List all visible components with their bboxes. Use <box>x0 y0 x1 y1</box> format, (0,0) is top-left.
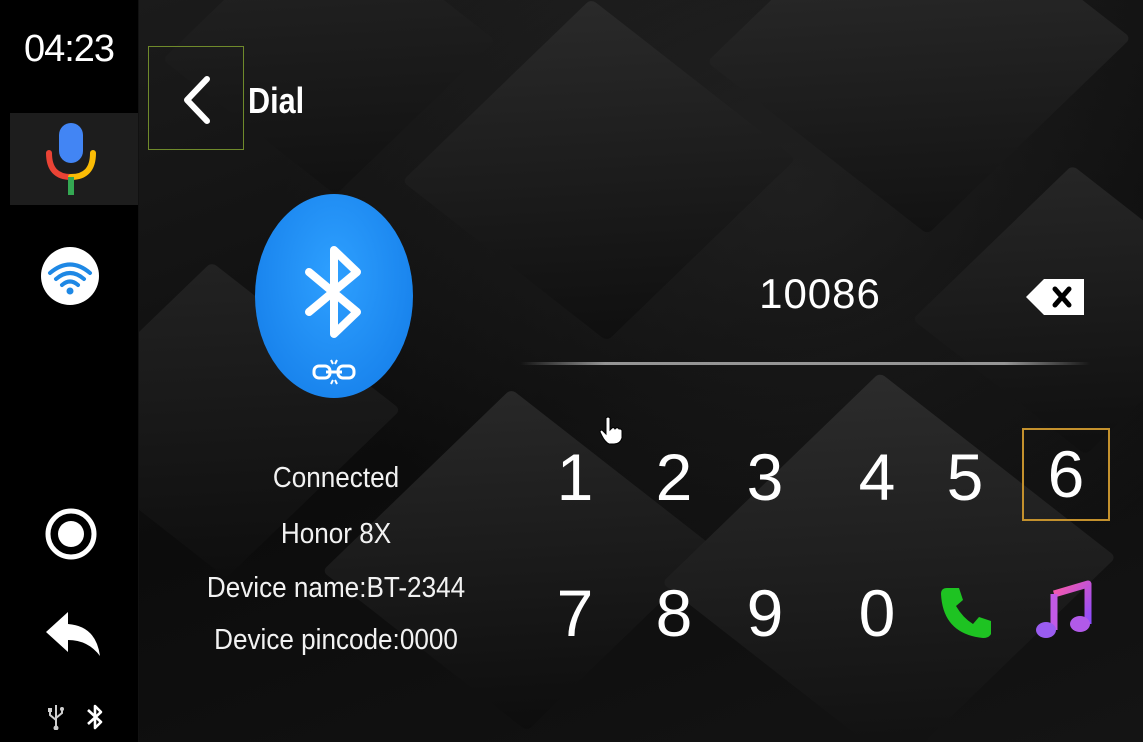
wifi-icon[interactable] <box>40 246 100 306</box>
dialed-number: 10086 <box>759 270 881 317</box>
music-button[interactable] <box>1022 570 1102 656</box>
bluetooth-status-icon <box>87 704 103 730</box>
voice-assistant-slot[interactable] <box>10 113 138 205</box>
connection-status-row <box>44 702 114 732</box>
home-circle-icon[interactable] <box>45 508 97 560</box>
device-name-text: Device name:BT-2344 <box>206 572 466 604</box>
key-1[interactable]: 1 <box>535 434 615 520</box>
connection-status-text: Connected <box>272 462 400 494</box>
bluetooth-icon <box>305 246 361 338</box>
usb-icon <box>48 705 64 730</box>
music-note-icon <box>1036 580 1092 638</box>
bluetooth-device-badge <box>255 194 413 398</box>
device-pincode-text: Device pincode:0000 <box>214 624 458 656</box>
key-9[interactable]: 9 <box>725 570 805 656</box>
link-icon <box>312 359 356 385</box>
chevron-left-icon <box>184 76 210 124</box>
key-8[interactable]: 8 <box>634 570 714 656</box>
key-2[interactable]: 2 <box>634 434 714 520</box>
hand-cursor-icon <box>599 416 623 445</box>
key-7[interactable]: 7 <box>535 570 615 656</box>
back-arrow-icon[interactable] <box>44 610 102 658</box>
phone-call-icon <box>941 588 991 638</box>
system-sidebar: 04:23 <box>0 0 139 742</box>
clock: 04:23 <box>23 28 115 70</box>
call-button[interactable] <box>925 570 1005 656</box>
key-5[interactable]: 5 <box>925 434 1005 520</box>
key-3[interactable]: 3 <box>725 434 805 520</box>
key-0[interactable]: 0 <box>837 570 917 656</box>
device-model-text: Honor 8X <box>280 518 392 550</box>
number-divider <box>520 362 1090 365</box>
microphone-icon <box>46 123 96 195</box>
back-button[interactable] <box>148 46 244 150</box>
page-title: Dial <box>248 80 305 121</box>
key-4[interactable]: 4 <box>837 434 917 520</box>
backspace-icon[interactable] <box>1024 276 1086 318</box>
key-6[interactable]: 6 <box>1022 428 1110 521</box>
